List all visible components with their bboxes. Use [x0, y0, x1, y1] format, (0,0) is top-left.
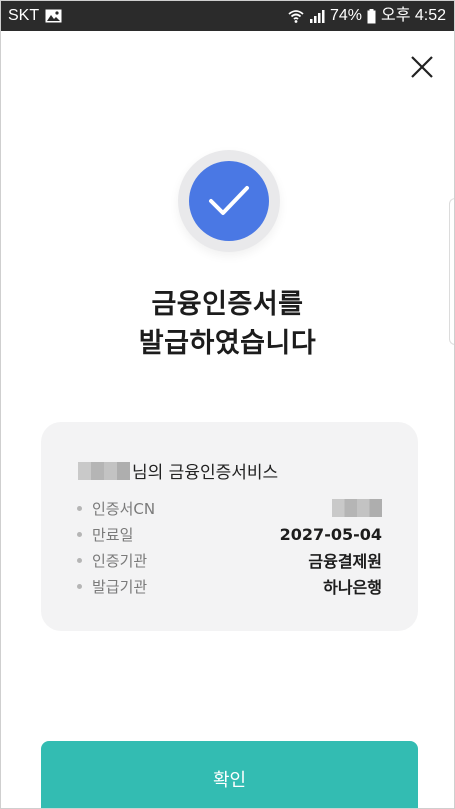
close-icon[interactable] [407, 52, 437, 82]
owner-service-label: 님의 금융인증서비스 [132, 463, 279, 483]
image-notification-icon [45, 9, 62, 23]
cn-value-masked [332, 499, 382, 517]
bullet-icon [77, 531, 82, 537]
detail-label-text: 인증서CN [92, 499, 156, 518]
clock: 오후 4:52 [380, 7, 446, 24]
bullet-icon [77, 583, 82, 589]
detail-row-cn: 인증서CN [77, 495, 382, 521]
bullet-icon [77, 557, 82, 563]
detail-label-text: 인증기관 [92, 551, 148, 570]
issuer-value: 하나은행 [323, 578, 382, 597]
detail-label-issuer: 발급기관 [77, 576, 147, 597]
title-line-1: 금융인증서를 [151, 289, 304, 320]
check-icon [209, 186, 249, 215]
status-left: SKT [8, 1, 62, 31]
detail-label-text: 만료일 [92, 525, 134, 544]
battery-icon [367, 8, 376, 24]
confirm-button[interactable]: 확인 [41, 741, 418, 808]
app-screen: SKT 74% 오후 4:52 금융인증서를 발급하였습니다 님의 금융인증서비… [0, 0, 455, 809]
page-title: 금융인증서를 발급하였습니다 [1, 285, 454, 363]
status-right: 74% 오후 4:52 [288, 1, 446, 31]
detail-row-issuer: 발급기관 하나은행 [77, 573, 382, 599]
signal-icon [309, 9, 325, 24]
close-button[interactable] [407, 52, 437, 82]
detail-row-ca: 인증기관 금융결제원 [77, 547, 382, 573]
bullet-icon [77, 505, 82, 511]
certificate-info-card: 님의 금융인증서비스 인증서CN 만료일 2027-05-04 인증기관 금융결… [41, 422, 418, 631]
detail-label-ca: 인증기관 [77, 550, 147, 571]
detail-label-text: 발급기관 [92, 577, 148, 596]
ca-value: 금융결제원 [308, 552, 382, 571]
expiry-value: 2027-05-04 [279, 524, 382, 544]
wifi-icon [288, 8, 304, 24]
carrier-label: SKT [8, 7, 40, 24]
certificate-details: 인증서CN 만료일 2027-05-04 인증기관 금융결제원 발급기관 하나은… [77, 495, 382, 599]
success-badge-circle [189, 161, 269, 241]
title-line-2: 발급하였습니다 [138, 328, 317, 359]
status-bar: SKT 74% 오후 4:52 [1, 1, 454, 31]
detail-label-expiry: 만료일 [77, 524, 133, 545]
success-badge [178, 150, 280, 252]
battery-percent: 74% [329, 7, 362, 24]
owner-row: 님의 금융인증서비스 [78, 458, 278, 483]
owner-name-masked [78, 461, 130, 480]
detail-row-expiry: 만료일 2027-05-04 [77, 521, 382, 547]
detail-label-cn: 인증서CN [77, 498, 155, 519]
